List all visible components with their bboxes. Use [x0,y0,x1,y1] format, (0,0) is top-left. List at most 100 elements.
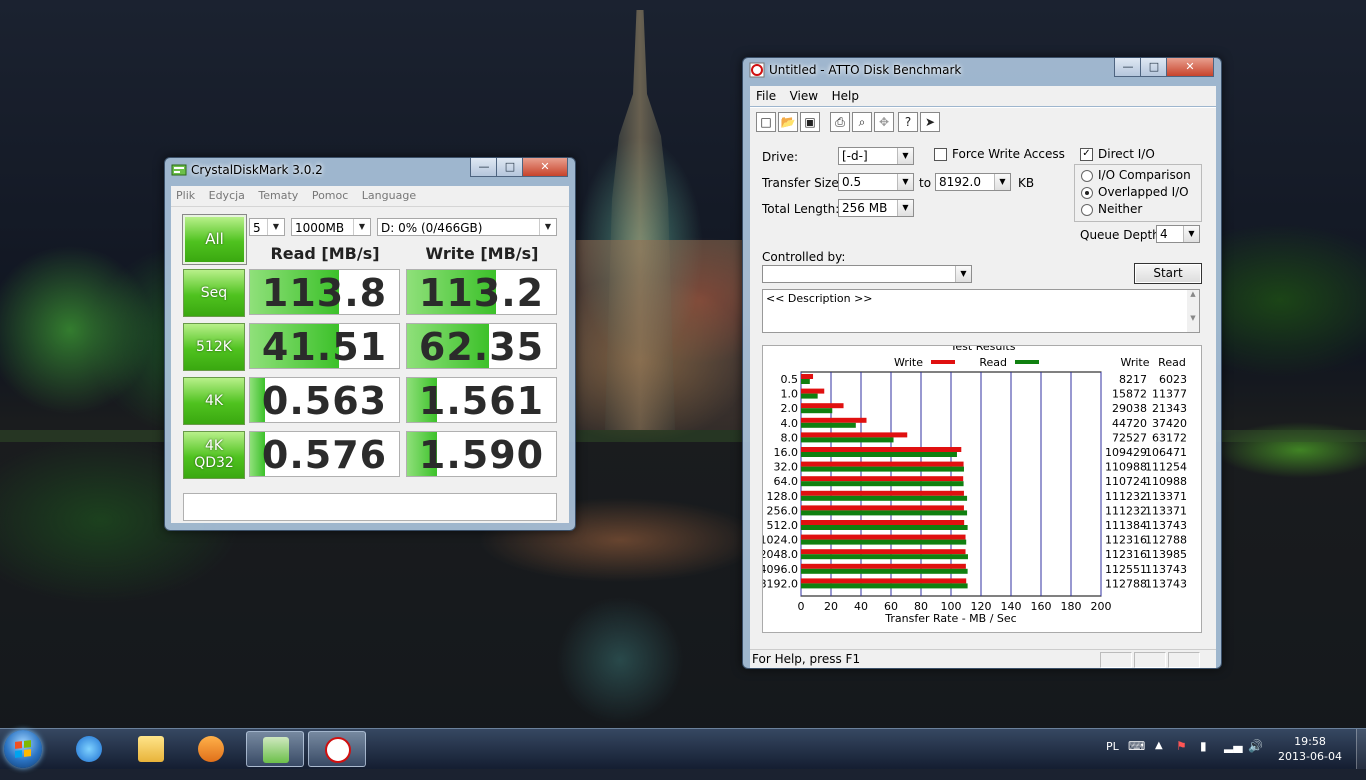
legend-read-swatch [1015,360,1039,364]
write-value-label: 110988 [1105,461,1147,474]
context-help-icon[interactable]: ➤ [920,112,940,132]
chevron-down-icon: ▼ [955,266,971,282]
total-length-select[interactable]: 256 MB ▼ [838,199,914,217]
read-value-label: 110988 [1145,475,1187,488]
overlapped-io-radio[interactable] [1081,187,1093,199]
print-icon[interactable]: ⎙ [830,112,850,132]
4k-write-value: 1.561 [418,379,545,423]
drive-select[interactable]: [-d-] ▼ [838,147,914,165]
show-hidden-icons-icon[interactable]: ▲ [1155,740,1163,780]
menu-file[interactable]: File [750,86,780,103]
read-value-label: 11377 [1152,388,1187,401]
description-text: << Description >> [766,292,873,305]
drive-value: [-d-] [842,149,868,163]
write-value-label: 29038 [1112,402,1147,415]
menu-plik[interactable]: Plik [171,186,200,202]
to-label: to [919,176,932,190]
chevron-down-icon: ▼ [353,219,370,235]
category-label: 2048.0 [763,548,798,561]
minimize-button[interactable]: — [1114,58,1142,77]
read-value-label: 37420 [1152,417,1187,430]
atto-titlebar[interactable]: Untitled - ATTO Disk Benchmark — □ ✕ [743,58,1221,82]
all-button[interactable]: All [182,214,247,265]
keyboard-icon[interactable]: ⌨ [1128,739,1145,779]
description-field[interactable]: << Description >> ▲ ▼ [762,289,1200,333]
transfer-size-from-select[interactable]: 0.5 ▼ [838,173,914,191]
category-label: 128.0 [767,490,799,503]
write-bar [801,417,867,423]
category-label: 8192.0 [763,577,798,590]
network-icon[interactable]: ▂▄ [1224,739,1242,779]
read-bar [801,437,894,443]
minimize-button[interactable]: — [470,158,498,177]
clock[interactable]: 19:58 2013-06-04 [1270,734,1350,764]
volume-icon[interactable]: 🔊 [1248,739,1263,779]
taskbar-ie[interactable] [60,731,118,767]
show-desktop-button[interactable] [1356,729,1366,769]
force-write-checkbox[interactable] [934,148,947,161]
menu-tematy[interactable]: Tematy [253,186,303,202]
controlled-by-select[interactable]: ▼ [762,265,972,283]
size-select[interactable]: 1000MB ▼ [291,218,371,236]
start-button[interactable]: Start [1134,263,1202,284]
menu-language[interactable]: Language [357,186,421,202]
cdm-titlebar[interactable]: CrystalDiskMark 3.0.2 — □ ✕ [165,158,575,182]
taskbar-atto[interactable] [308,731,366,767]
direct-io-checkbox[interactable]: ✓ [1080,148,1093,161]
comment-field[interactable] [183,493,557,521]
queue-depth-label: Queue Depth: [1080,228,1164,242]
atto-title: Untitled - ATTO Disk Benchmark [769,63,962,77]
menu-edycja[interactable]: Edycja [204,186,250,202]
write-value-label: 8217 [1119,373,1147,386]
transfer-size-label: Transfer Size: [762,176,843,190]
neither-radio[interactable] [1081,204,1093,216]
cdm-title: CrystalDiskMark 3.0.2 [191,163,323,177]
seq-button[interactable]: Seq [183,269,245,317]
drive-select[interactable]: D: 0% (0/466GB) ▼ [377,218,557,236]
read-bar [801,583,968,589]
write-value-label: 111232 [1105,504,1147,517]
row-label: 4K [204,393,224,409]
menu-help[interactable]: Help [826,86,863,103]
cdm-client: All 5 ▼ 1000MB ▼ D: 0% (0/466GB) ▼ Read [MB… [171,207,569,523]
transfer-size-to-select[interactable]: 8192.0 ▼ [935,173,1011,191]
read-bar [801,466,964,472]
x-tick-label: 0 [798,600,805,613]
taskbar-media-player[interactable] [182,731,240,767]
new-icon[interactable]: □ [756,112,776,132]
4k-qd32-button[interactable]: 4K QD32 [183,431,245,479]
taskbar-crystaldiskmark[interactable] [246,731,304,767]
language-indicator[interactable]: PL [1106,740,1119,780]
row-label: 4K [204,438,224,454]
512k-button[interactable]: 512K [183,323,245,371]
io-comparison-radio[interactable] [1081,170,1093,182]
save-icon[interactable]: ▣ [800,112,820,132]
move-icon[interactable]: ✥ [874,112,894,132]
clock-time: 19:58 [1294,735,1326,748]
atto-window: Untitled - ATTO Disk Benchmark — □ ✕ Fil… [742,57,1222,669]
count-select[interactable]: 5 ▼ [249,218,285,236]
4k-button[interactable]: 4K [183,377,245,425]
queue-depth-select[interactable]: 4 ▼ [1156,225,1200,243]
write-bar [801,476,964,482]
category-label: 1024.0 [763,534,798,547]
help-icon[interactable]: ? [898,112,918,132]
open-icon[interactable]: 📂 [778,112,798,132]
kb-label: KB [1018,176,1035,190]
scrollbar[interactable]: ▲ ▼ [1187,290,1199,332]
action-center-icon[interactable]: ⚑ [1176,739,1187,779]
menu-pomoc[interactable]: Pomoc [307,186,353,202]
write-bar [801,549,966,555]
4k-qd32-read-value: 0.576 [261,433,388,477]
print-preview-icon[interactable]: ⌕ [852,112,872,132]
windows-start-icon[interactable] [4,730,42,768]
close-button[interactable]: ✕ [522,158,568,177]
maximize-button[interactable]: □ [1140,58,1168,77]
atto-client: Drive: [-d-] ▼ Force Write Access ✓ Direc… [750,138,1216,650]
seq-read-value: 113.8 [261,271,388,315]
menu-view[interactable]: View [784,86,822,103]
taskbar-explorer[interactable] [122,731,180,767]
maximize-button[interactable]: □ [496,158,524,177]
device-icon[interactable]: ▮ [1200,739,1207,779]
close-button[interactable]: ✕ [1166,58,1214,77]
